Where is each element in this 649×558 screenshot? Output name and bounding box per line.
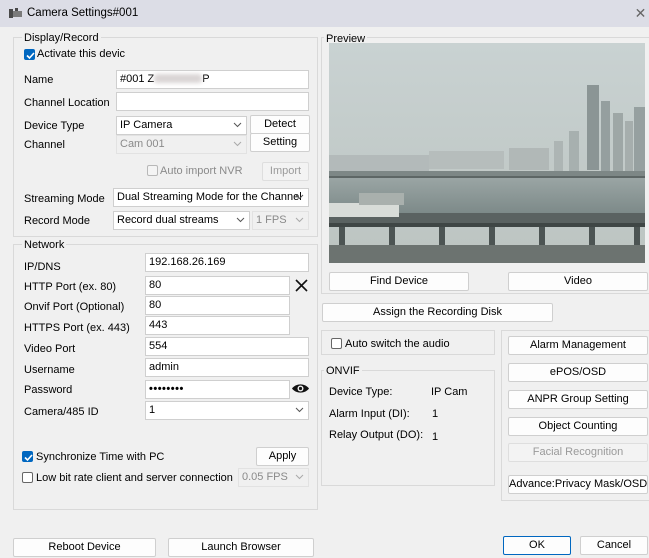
record-fps-select[interactable]: 1 FPS bbox=[252, 211, 309, 230]
record-mode-select[interactable]: Record dual streams bbox=[113, 211, 250, 230]
chevron-down-icon bbox=[295, 217, 304, 223]
streaming-mode-select[interactable]: Dual Streaming Mode for the Channel bbox=[113, 188, 309, 207]
video-port-label: Video Port bbox=[24, 343, 76, 355]
relay-output-label: Relay Output (DO): bbox=[329, 429, 424, 441]
onvif-port-field[interactable]: 80 bbox=[145, 296, 290, 315]
camera-id-select[interactable]: 1 bbox=[145, 401, 309, 420]
username-field[interactable]: admin bbox=[145, 358, 309, 377]
video-port-field[interactable]: 554 bbox=[145, 337, 309, 356]
assign-recording-disk-button[interactable]: Assign the Recording Disk bbox=[322, 303, 553, 322]
name-label: Name bbox=[24, 74, 54, 86]
launch-browser-button[interactable]: Launch Browser bbox=[168, 538, 314, 557]
channel-location-field[interactable] bbox=[116, 92, 309, 111]
channel-select[interactable]: Cam 001 bbox=[116, 135, 247, 154]
name-value-suffix: P bbox=[202, 73, 210, 85]
relay-output-value: 1 bbox=[432, 431, 439, 443]
camera-id-value: 1 bbox=[149, 404, 156, 416]
username-label: Username bbox=[24, 364, 75, 376]
find-device-button[interactable]: Find Device bbox=[329, 272, 469, 291]
ip-dns-label: IP/DNS bbox=[24, 261, 61, 273]
auto-import-checkbox[interactable] bbox=[147, 165, 158, 176]
channel-location-label: Channel Location bbox=[24, 97, 110, 109]
http-port-field[interactable]: 80 bbox=[145, 276, 290, 295]
channel-value: Cam 001 bbox=[120, 138, 165, 150]
onvif-device-type-value: IP Cam bbox=[431, 386, 468, 398]
onvif-port-label: Onvif Port (Optional) bbox=[24, 301, 125, 313]
chevron-down-icon bbox=[295, 194, 304, 200]
low-bitrate-fps-value: 0.05 FPS bbox=[242, 471, 288, 483]
chevron-down-icon bbox=[295, 407, 304, 413]
onvif-device-type-label: Device Type: bbox=[329, 386, 393, 398]
chevron-down-icon bbox=[236, 217, 245, 223]
low-bitrate-fps-select[interactable]: 0.05 FPS bbox=[238, 468, 309, 487]
name-redaction bbox=[154, 74, 203, 83]
privacy-mask-osd-button[interactable]: Advance:Privacy Mask/OSD bbox=[508, 475, 648, 494]
setting-button[interactable]: Setting bbox=[250, 133, 310, 152]
alarm-management-button[interactable]: Alarm Management bbox=[508, 336, 648, 355]
record-fps-value: 1 FPS bbox=[256, 214, 287, 226]
epos-osd-button[interactable]: ePOS/OSD bbox=[508, 363, 648, 382]
close-icon[interactable] bbox=[294, 278, 309, 293]
camera-id-label: Camera/485 ID bbox=[24, 406, 99, 418]
chevron-down-icon bbox=[295, 474, 304, 480]
sync-time-checkbox[interactable] bbox=[22, 451, 33, 462]
ok-button[interactable]: OK bbox=[503, 536, 571, 555]
https-port-label: HTTPS Port (ex. 443) bbox=[24, 322, 130, 334]
camera-settings-window: Camera Settings#001 ✕ Display/Record Act… bbox=[0, 0, 649, 558]
record-mode-label: Record Mode bbox=[24, 215, 91, 227]
sync-time-label: Synchronize Time with PC bbox=[36, 451, 165, 463]
password-label: Password bbox=[24, 384, 73, 396]
auto-switch-audio-checkbox[interactable] bbox=[331, 338, 342, 349]
device-type-select[interactable]: IP Camera bbox=[116, 116, 247, 135]
title-bar: Camera Settings#001 ✕ bbox=[0, 0, 649, 27]
alarm-input-label: Alarm Input (DI): bbox=[329, 408, 410, 420]
auto-switch-audio-label: Auto switch the audio bbox=[345, 338, 450, 350]
window-title: Camera Settings#001 bbox=[27, 7, 139, 19]
apply-button[interactable]: Apply bbox=[256, 447, 309, 466]
chevron-down-icon bbox=[233, 122, 242, 128]
reboot-device-button[interactable]: Reboot Device bbox=[13, 538, 156, 557]
object-counting-button[interactable]: Object Counting bbox=[508, 417, 648, 436]
name-field[interactable]: #001 Z P bbox=[116, 70, 309, 89]
eye-icon[interactable] bbox=[291, 382, 310, 395]
device-type-value: IP Camera bbox=[120, 119, 173, 131]
ip-dns-field[interactable]: 192.168.26.169 bbox=[145, 253, 309, 272]
cancel-button[interactable]: Cancel bbox=[580, 536, 648, 555]
streaming-mode-label: Streaming Mode bbox=[24, 193, 105, 205]
low-bitrate-checkbox[interactable] bbox=[22, 472, 33, 483]
close-icon[interactable]: ✕ bbox=[632, 4, 649, 22]
activate-label: Activate this devic bbox=[37, 48, 126, 60]
activate-checkbox[interactable] bbox=[24, 49, 35, 60]
name-value-prefix: #001 Z bbox=[120, 73, 155, 85]
alarm-input-value: 1 bbox=[432, 408, 439, 420]
http-port-label: HTTP Port (ex. 80) bbox=[24, 281, 117, 293]
facial-recognition-button[interactable]: Facial Recognition bbox=[508, 443, 648, 462]
chevron-down-icon bbox=[233, 141, 242, 147]
app-icon bbox=[9, 8, 22, 18]
anpr-group-setting-button[interactable]: ANPR Group Setting bbox=[508, 390, 648, 409]
video-button[interactable]: Video bbox=[508, 272, 648, 291]
network-title: Network bbox=[22, 239, 67, 251]
auto-import-label: Auto import NVR bbox=[160, 165, 243, 177]
device-type-label: Device Type bbox=[24, 120, 85, 132]
camera-preview-image bbox=[329, 43, 645, 263]
low-bitrate-label: Low bit rate client and server connectio… bbox=[36, 472, 233, 484]
record-mode-value: Record dual streams bbox=[117, 214, 219, 226]
channel-label: Channel bbox=[24, 139, 65, 151]
import-button[interactable]: Import bbox=[262, 162, 309, 181]
https-port-field[interactable]: 443 bbox=[145, 316, 290, 335]
detect-button[interactable]: Detect bbox=[250, 115, 310, 134]
onvif-title: ONVIF bbox=[324, 365, 362, 377]
streaming-mode-value: Dual Streaming Mode for the Channel bbox=[117, 191, 302, 203]
display-record-title: Display/Record bbox=[22, 32, 101, 44]
password-field[interactable]: •••••••• bbox=[145, 380, 290, 399]
